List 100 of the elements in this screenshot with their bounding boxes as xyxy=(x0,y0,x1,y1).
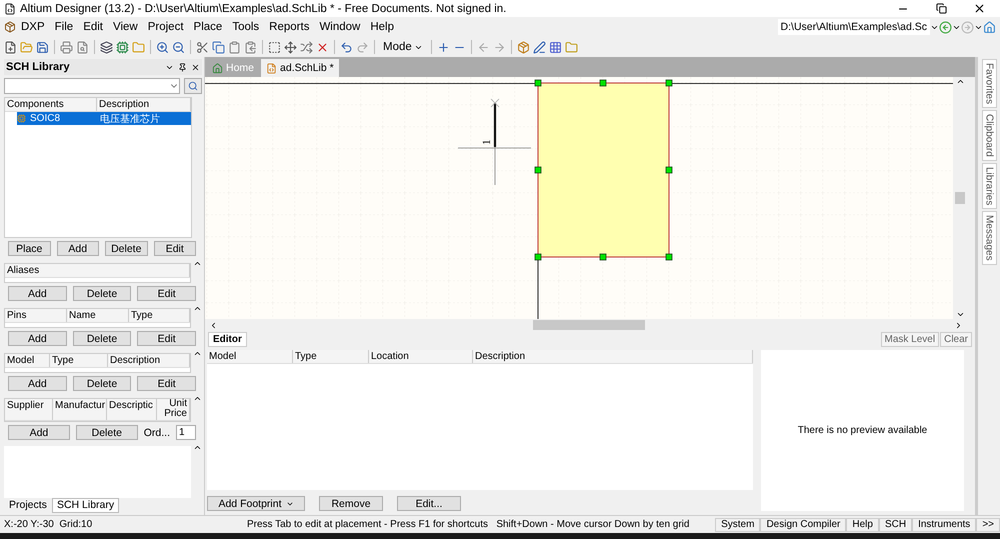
column-header[interactable]: Unit Price xyxy=(157,399,190,420)
editor-tab[interactable]: Editor xyxy=(208,332,247,347)
pin-drawing[interactable] xyxy=(458,98,532,186)
column-header[interactable]: Description xyxy=(97,98,191,111)
menu-item[interactable]: File xyxy=(50,21,78,33)
zoom-out-icon[interactable] xyxy=(172,40,185,54)
menu-item[interactable]: View xyxy=(108,21,143,33)
side-tab[interactable]: Favorites xyxy=(982,59,996,108)
scroll-thumb[interactable] xyxy=(533,320,645,330)
scroll-left-icon[interactable] xyxy=(209,320,218,330)
chip-icon[interactable] xyxy=(116,40,129,54)
pin-icon[interactable] xyxy=(178,62,187,72)
shuffle-icon[interactable] xyxy=(300,40,313,54)
document-tab[interactable]: ad.SchLib * xyxy=(261,59,339,77)
select-icon[interactable] xyxy=(268,40,281,54)
panel-button[interactable]: Place xyxy=(8,241,50,256)
grid-icon[interactable] xyxy=(548,40,562,54)
selection-handle[interactable] xyxy=(600,80,606,86)
scroll-up-icon[interactable] xyxy=(956,77,964,86)
restore-icon[interactable] xyxy=(936,3,946,14)
action-button[interactable]: Edit... xyxy=(397,496,461,511)
panel-button[interactable]: Add xyxy=(8,376,67,391)
column-header[interactable]: Type xyxy=(50,354,108,367)
column-header[interactable]: Location xyxy=(369,350,473,363)
column-header[interactable]: Name xyxy=(67,309,129,322)
status-button[interactable]: Design Compiler xyxy=(760,518,846,532)
collapse-icon[interactable] xyxy=(193,443,202,452)
status-button[interactable]: System xyxy=(715,518,760,532)
component-body[interactable] xyxy=(538,82,670,258)
plus-icon[interactable] xyxy=(436,40,450,54)
new-file-icon[interactable] xyxy=(4,40,17,54)
panel-button[interactable]: Delete xyxy=(72,286,132,301)
save-icon[interactable] xyxy=(36,40,49,54)
panel-button[interactable]: Delete xyxy=(105,241,148,256)
paste-icon[interactable] xyxy=(228,40,241,54)
panel-button[interactable]: Edit xyxy=(154,241,196,256)
printer-icon[interactable] xyxy=(60,40,73,54)
paste-icon[interactable] xyxy=(244,40,257,54)
selection-handle[interactable] xyxy=(666,166,672,174)
panel-button[interactable]: Add xyxy=(56,241,99,256)
column-header[interactable]: Type xyxy=(293,350,369,363)
column-header[interactable]: Description xyxy=(473,350,753,363)
close-icon[interactable] xyxy=(972,2,986,15)
scroll-right-icon[interactable] xyxy=(954,320,963,330)
panel-button[interactable]: Add xyxy=(8,331,67,346)
filter-field[interactable] xyxy=(4,78,180,94)
column-header[interactable]: Model xyxy=(5,354,50,367)
tool-button[interactable]: Mask Level xyxy=(880,332,940,347)
column-header[interactable]: Type xyxy=(129,309,190,322)
menu-item[interactable]: Edit xyxy=(78,21,108,33)
panel-button[interactable]: Delete xyxy=(76,425,138,440)
menu-item[interactable]: Help xyxy=(365,21,400,33)
collapse-icon[interactable] xyxy=(193,394,202,403)
status-button[interactable]: >> xyxy=(976,518,1000,532)
column-header[interactable]: Descriptic xyxy=(107,399,157,420)
selection-handle[interactable] xyxy=(534,254,542,260)
scroll-down-icon[interactable] xyxy=(956,310,964,319)
menu-item[interactable]: Tools xyxy=(227,21,264,33)
collapse-icon[interactable] xyxy=(193,349,202,358)
address-field[interactable]: D:\User\Altium\Examples\ad.Sc xyxy=(778,19,930,35)
zoom-in-icon[interactable] xyxy=(156,40,169,54)
pen-icon[interactable] xyxy=(532,40,546,54)
panel-button[interactable]: Add xyxy=(8,425,70,440)
column-header[interactable]: Model xyxy=(207,350,293,363)
scroll-thumb[interactable] xyxy=(955,192,965,204)
selection-handle[interactable] xyxy=(666,254,672,260)
app-icon[interactable] xyxy=(4,21,16,33)
side-tab[interactable]: Libraries xyxy=(982,162,996,210)
column-header[interactable]: Manufactur xyxy=(53,399,107,420)
selection-handle[interactable] xyxy=(534,166,542,174)
menu-item[interactable]: Place xyxy=(188,21,228,33)
panel-button[interactable]: Edit xyxy=(137,331,196,346)
panel-button[interactable]: Edit xyxy=(137,376,196,391)
column-header[interactable]: Aliases xyxy=(5,264,190,277)
action-button[interactable]: Remove xyxy=(319,496,383,511)
layers-icon[interactable] xyxy=(100,40,113,54)
undo-icon[interactable] xyxy=(340,40,353,54)
panel-button[interactable]: Delete xyxy=(72,376,132,391)
column-header[interactable]: Description xyxy=(108,354,190,367)
copy-icon[interactable] xyxy=(212,40,225,54)
selection-handle[interactable] xyxy=(534,80,542,86)
column-header[interactable]: Pins xyxy=(5,309,67,322)
panel-button[interactable]: Delete xyxy=(72,331,132,346)
cut-icon[interactable] xyxy=(196,40,209,54)
menu-item[interactable]: Reports xyxy=(264,21,314,33)
status-button[interactable]: Help xyxy=(846,518,879,532)
selection-handle[interactable] xyxy=(666,80,672,86)
action-button[interactable]: Add Footprint xyxy=(207,496,305,511)
menu-item[interactable]: Window xyxy=(314,21,366,33)
search-button[interactable] xyxy=(184,78,202,94)
column-header[interactable]: Supplier xyxy=(5,399,53,420)
mode-button[interactable]: Mode xyxy=(380,41,426,53)
panel-button[interactable]: Add xyxy=(8,286,67,301)
selection-handle[interactable] xyxy=(600,254,606,260)
menu-item[interactable]: Project xyxy=(142,21,189,33)
quantity-spinner[interactable]: 1 xyxy=(176,425,196,440)
close-icon[interactable] xyxy=(191,62,200,72)
component-row[interactable]: SOIC8 电压基准芯片 xyxy=(17,112,191,125)
package-icon[interactable] xyxy=(516,40,530,54)
side-tab[interactable]: Clipboard xyxy=(982,110,996,161)
